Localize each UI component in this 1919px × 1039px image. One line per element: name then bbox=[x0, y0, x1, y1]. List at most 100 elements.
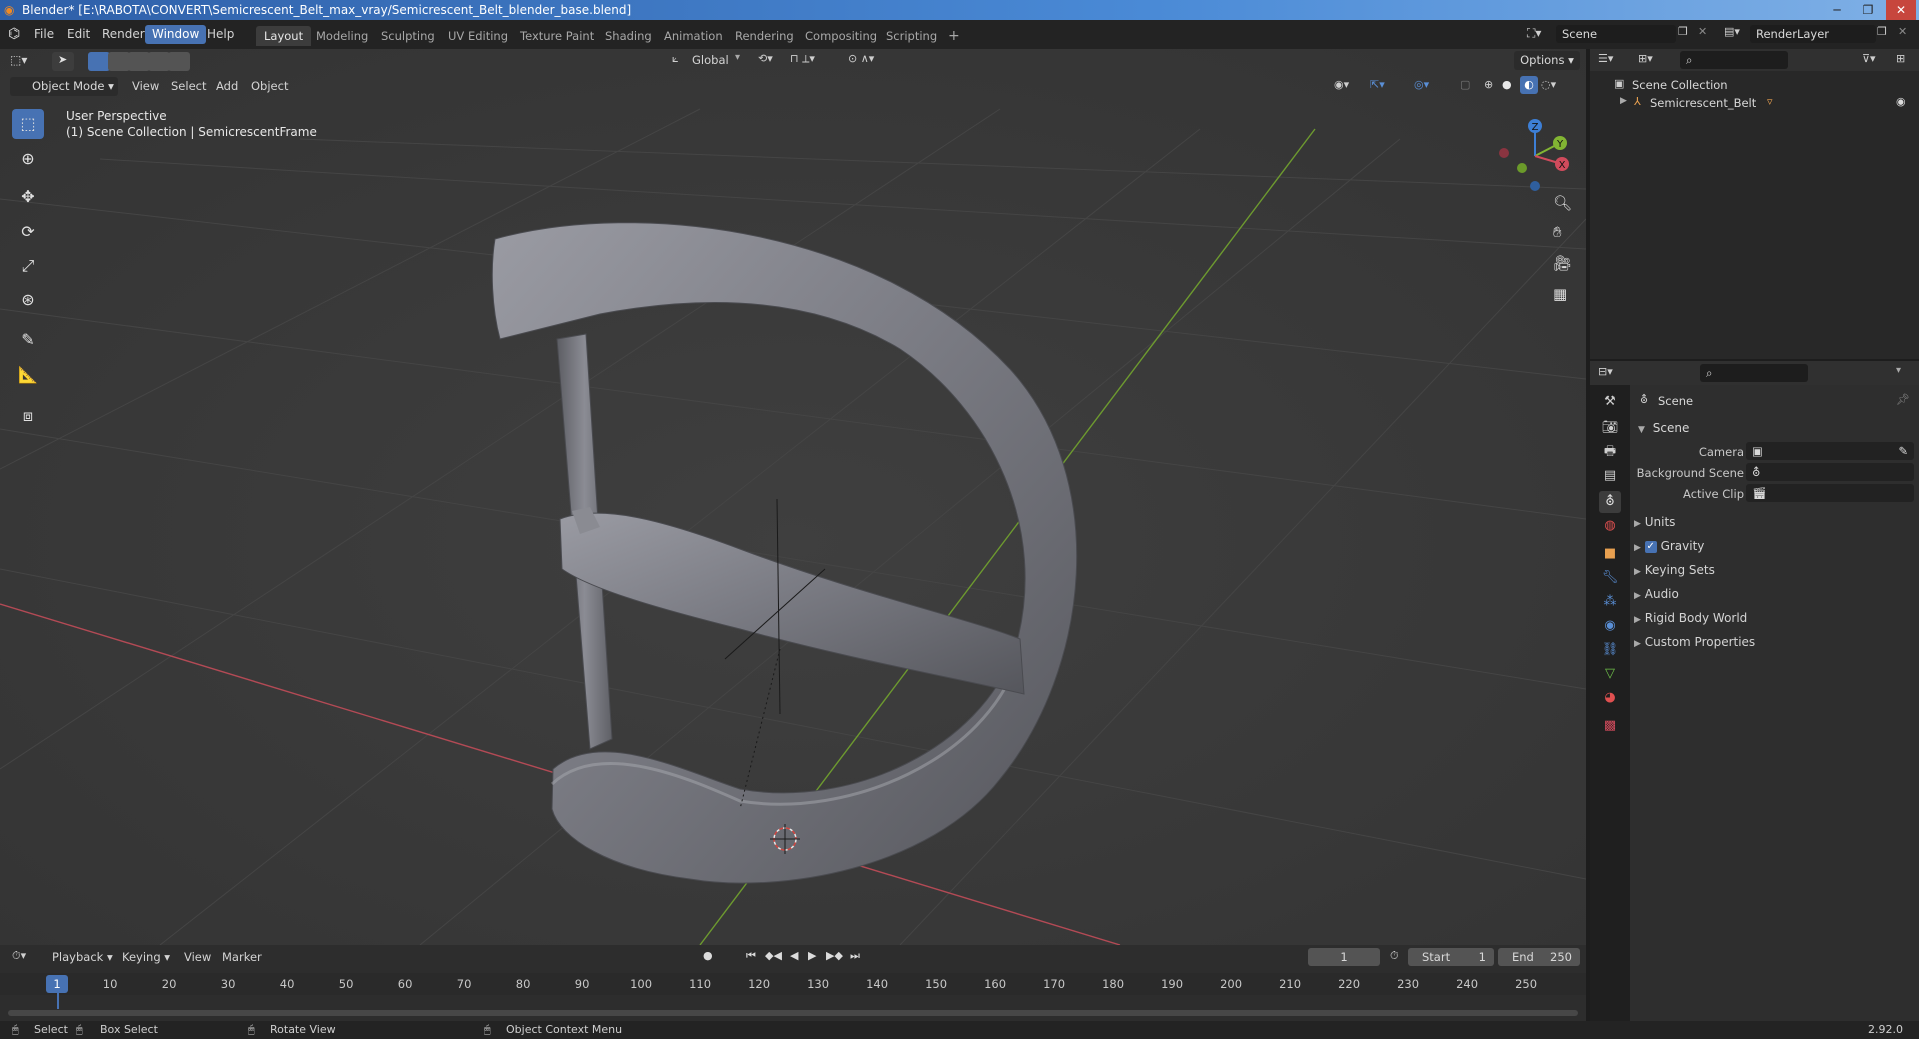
timeline-menu-keying[interactable]: Keying ▾ bbox=[116, 948, 176, 967]
start-frame-field[interactable]: Start 1 bbox=[1408, 948, 1494, 966]
annotate-tool[interactable]: ✎ bbox=[12, 325, 44, 355]
gravity-checkbox[interactable]: ✓ bbox=[1644, 540, 1657, 553]
cursor-tool[interactable]: ⊕ bbox=[12, 144, 44, 174]
units-section[interactable]: ▶ Units bbox=[1634, 511, 1914, 533]
constraints-tab-icon[interactable]: ⛓ bbox=[1599, 639, 1621, 661]
scene-new-icon[interactable]: ❐ bbox=[1678, 25, 1688, 38]
proportional-edit-icon[interactable]: ⊙ ∧▾ bbox=[848, 52, 874, 65]
xray-toggle-icon[interactable]: ▢ bbox=[1460, 78, 1470, 91]
tab-uv-editing[interactable]: UV Editing bbox=[440, 26, 516, 46]
scene-selector[interactable]: Scene bbox=[1556, 25, 1676, 43]
navigation-gizmo[interactable]: X Y Z bbox=[1490, 111, 1580, 201]
stopwatch-icon[interactable]: ⏱ bbox=[1390, 949, 1399, 963]
rendered-shading-icon[interactable]: ◌▾ bbox=[1541, 78, 1556, 91]
render-tab-icon[interactable]: 📷︎ bbox=[1599, 417, 1621, 439]
prev-keyframe-icon[interactable]: ◆◀ bbox=[765, 949, 782, 962]
outliner-search-input[interactable]: ⌕ bbox=[1680, 51, 1788, 69]
physics-tab-icon[interactable]: ◉ bbox=[1599, 615, 1621, 637]
audio-section[interactable]: ▶ Audio bbox=[1634, 583, 1914, 605]
gizmo-toggle-icon[interactable]: ⇱▾ bbox=[1370, 78, 1385, 91]
timeline-menu-view[interactable]: View bbox=[178, 948, 217, 967]
viewport-menu-view[interactable]: View bbox=[126, 77, 165, 96]
viewport-menu-select[interactable]: Select bbox=[165, 77, 212, 96]
menu-render[interactable]: Render bbox=[95, 25, 152, 44]
expand-arrow-icon[interactable]: ▶ bbox=[1620, 96, 1627, 106]
object-tab-icon[interactable]: ■ bbox=[1599, 543, 1621, 565]
rigid-body-world-section[interactable]: ▶ Rigid Body World bbox=[1634, 607, 1914, 629]
outliner-item[interactable]: ▶ ⅄ Semicrescent_Belt ▿ ◉ bbox=[1590, 93, 1919, 113]
pin-icon[interactable]: 📌︎ bbox=[1896, 393, 1910, 406]
select-tool-icon[interactable]: ➤ bbox=[52, 52, 74, 71]
outliner-editor-icon[interactable]: ☰▾ bbox=[1598, 52, 1613, 65]
properties-search-input[interactable]: ⌕ bbox=[1700, 364, 1808, 382]
data-tab-icon[interactable]: ▽ bbox=[1599, 663, 1621, 685]
keying-sets-section[interactable]: ▶ Keying Sets bbox=[1634, 559, 1914, 581]
particles-tab-icon[interactable]: ⁂ bbox=[1599, 591, 1621, 613]
background-scene-field[interactable]: ⛢ bbox=[1746, 463, 1914, 481]
tool-tab-icon[interactable]: ⚒ bbox=[1599, 391, 1621, 413]
viewport-menu-object[interactable]: Object bbox=[245, 77, 294, 96]
scene-panel-header[interactable]: ▼ Scene bbox=[1630, 417, 1919, 439]
minimize-button[interactable]: ─ bbox=[1822, 0, 1852, 20]
view-layer-selector[interactable]: RenderLayer bbox=[1750, 25, 1876, 43]
eye-visibility-icon[interactable]: ◉ bbox=[1896, 95, 1906, 108]
menu-window[interactable]: Window bbox=[145, 25, 207, 44]
modifier-tab-icon[interactable]: 🔧︎ bbox=[1599, 567, 1621, 589]
tab-compositing[interactable]: Compositing bbox=[797, 26, 885, 46]
menu-edit[interactable]: Edit bbox=[60, 25, 97, 44]
tab-layout[interactable]: Layout bbox=[256, 26, 312, 46]
output-tab-icon[interactable]: 🖶 bbox=[1599, 441, 1621, 463]
record-keyframe-icon[interactable]: ● bbox=[703, 949, 713, 962]
scene-tab-icon[interactable]: ⛢ bbox=[1599, 491, 1621, 513]
maximize-button[interactable]: ❐ bbox=[1853, 0, 1883, 20]
blender-menu-icon[interactable]: ⌬ bbox=[8, 26, 20, 42]
select-mode-invert-icon[interactable] bbox=[148, 52, 170, 71]
move-tool[interactable]: ✥ bbox=[12, 182, 44, 212]
menu-help[interactable]: Help bbox=[200, 25, 241, 44]
view-layer-icon[interactable]: ▤▾ bbox=[1724, 25, 1740, 38]
pan-hand-icon[interactable]: ✋︎ bbox=[1553, 223, 1562, 241]
options-dropdown[interactable]: Options ▾ bbox=[1514, 51, 1580, 70]
play-icon[interactable]: ▶ bbox=[808, 949, 816, 962]
menu-file[interactable]: File bbox=[27, 25, 61, 44]
rotate-tool[interactable]: ⟳ bbox=[12, 217, 44, 247]
zoom-icon[interactable]: 🔍︎ bbox=[1553, 194, 1572, 212]
texture-tab-icon[interactable]: ▩ bbox=[1599, 715, 1621, 737]
new-collection-icon[interactable]: ⊞ bbox=[1896, 52, 1905, 65]
active-clip-field[interactable]: 🎬︎ bbox=[1746, 484, 1914, 502]
select-mode-subtract-icon[interactable] bbox=[128, 52, 150, 71]
tab-texture-paint[interactable]: Texture Paint bbox=[512, 26, 602, 46]
tab-modeling[interactable]: Modeling bbox=[308, 26, 376, 46]
visibility-icon[interactable]: ◉▾ bbox=[1334, 78, 1349, 91]
transform-tool[interactable]: ⊛ bbox=[12, 285, 44, 315]
timeline-editor-icon[interactable]: ⏱▾ bbox=[12, 949, 26, 963]
scene-browse-icon[interactable]: ⛶▾ bbox=[1527, 26, 1541, 41]
jump-end-icon[interactable]: ⏭ bbox=[850, 949, 860, 963]
view-layer-delete-icon[interactable]: ✕ bbox=[1898, 25, 1907, 38]
3d-viewport[interactable]: ⬚▾ ➤ ⟀ Global ▾ ⟲▾ ⊓ ⟂▾ ⊙ ∧▾ Options ▾ O… bbox=[0, 49, 1586, 945]
viewport-menu-add[interactable]: Add bbox=[210, 77, 244, 96]
timeline-editor[interactable]: ⏱▾ Playback ▾ Keying ▾ View Marker ● ⏮ ◆… bbox=[0, 945, 1586, 1021]
display-mode-icon[interactable]: ⊞▾ bbox=[1638, 52, 1653, 65]
properties-editor-icon[interactable]: ⊟▾ bbox=[1598, 365, 1613, 378]
tab-shading[interactable]: Shading bbox=[597, 26, 660, 46]
select-mode-intersect-icon[interactable] bbox=[168, 52, 190, 71]
play-reverse-icon[interactable]: ◀ bbox=[790, 949, 798, 962]
tab-rendering[interactable]: Rendering bbox=[727, 26, 802, 46]
add-workspace-button[interactable]: + bbox=[940, 26, 968, 46]
next-keyframe-icon[interactable]: ▶◆ bbox=[826, 949, 843, 962]
custom-properties-section[interactable]: ▶ Custom Properties bbox=[1634, 631, 1914, 653]
eyedropper-icon[interactable]: ✎ bbox=[1898, 442, 1908, 460]
object-mode-dropdown[interactable]: Object Mode ▾ bbox=[10, 77, 118, 96]
perspective-toggle-icon[interactable]: ▦ bbox=[1553, 285, 1567, 303]
tab-animation[interactable]: Animation bbox=[656, 26, 731, 46]
scale-tool[interactable]: ⤢ bbox=[12, 251, 44, 281]
close-window-button[interactable]: ✕ bbox=[1886, 0, 1916, 20]
world-tab-icon[interactable]: ◍ bbox=[1599, 515, 1621, 537]
editor-type-icon[interactable]: ⬚▾ bbox=[10, 53, 27, 67]
material-tab-icon[interactable]: ◕ bbox=[1599, 687, 1621, 709]
select-mode-new-icon[interactable] bbox=[88, 52, 110, 71]
end-frame-field[interactable]: End 250 bbox=[1498, 948, 1580, 966]
timeline-scrollbar[interactable] bbox=[8, 1010, 1578, 1016]
tab-scripting[interactable]: Scripting bbox=[878, 26, 945, 46]
